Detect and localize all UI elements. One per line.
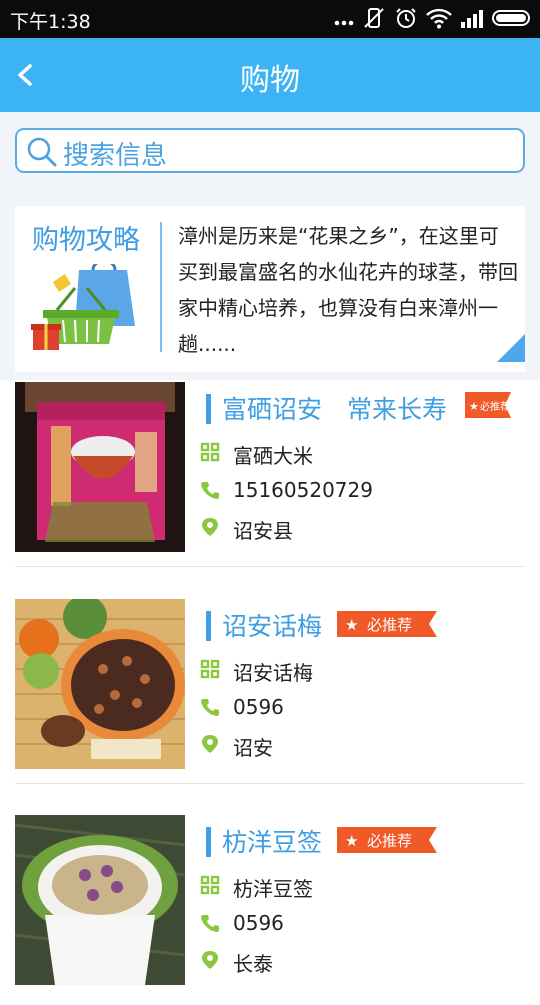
phone-icon	[201, 915, 219, 932]
location-name: 长泰	[233, 952, 273, 976]
recommend-badge: ★ 必推荐	[465, 392, 511, 418]
status-time: 下午1:38	[10, 11, 91, 33]
alarm-icon	[396, 8, 416, 28]
svg-text:★: ★	[469, 400, 479, 413]
guide-divider	[160, 222, 162, 352]
phone-icon	[201, 482, 219, 499]
name-accent-bar	[206, 394, 211, 424]
name-accent-bar	[206, 827, 211, 857]
product-name: 枋洋豆签	[233, 877, 313, 901]
item-divider	[15, 783, 525, 784]
product-name: 诏安话梅	[233, 661, 313, 685]
product-image-plum	[15, 599, 185, 769]
signal-icon	[461, 10, 483, 28]
guide-text: 漳州是历来是“花果之乡”，在这里可买到最富盛名的水仙花卉的球茎，带回家中精心培养…	[178, 224, 518, 356]
location-pin-icon	[202, 735, 218, 753]
wifi-icon	[426, 8, 452, 29]
phone-number: 0596	[233, 695, 284, 719]
item-divider	[15, 566, 525, 567]
item-title: 富硒诏安 常来长寿	[222, 395, 448, 424]
recommend-badge: ★ 必推荐	[337, 827, 437, 853]
item-title: 枋洋豆签	[222, 828, 323, 857]
search-section: 搜索信息	[0, 112, 540, 198]
svg-text:★: ★	[345, 832, 358, 850]
grid-icon	[200, 442, 220, 462]
more-dots-icon	[334, 20, 354, 26]
location-name: 诏安县	[233, 519, 293, 543]
page-title: 购物	[240, 63, 300, 98]
status-bar: 下午1:38	[0, 0, 540, 38]
name-accent-bar	[206, 611, 211, 641]
list-item[interactable]: 枋洋豆签 ★ 必推荐 枋洋豆签 0596 长泰	[15, 815, 525, 1005]
search-input[interactable]: 搜索信息	[15, 128, 525, 173]
guide-section: 购物攻略 漳州是历来是“花果之乡”，在这里可买到最富盛名的水仙花卉的球茎，带回家…	[0, 198, 540, 380]
item-title: 诏安话梅	[222, 612, 323, 641]
phone-number: 0596	[233, 911, 284, 935]
grid-icon	[200, 875, 220, 895]
vibrate-mute-icon	[364, 8, 384, 28]
app-bar: 购物	[0, 38, 540, 112]
list-item[interactable]: 诏安话梅 ★ 必推荐 诏安话梅 0596 诏安	[15, 599, 525, 789]
recommend-badge: ★ 必推荐	[337, 611, 437, 637]
corner-triangle-icon	[497, 334, 525, 362]
product-image-rice	[15, 382, 185, 552]
list-item[interactable]: 富硒诏安 常来长寿 ★ 必推荐 富硒大米 15160520729 诏安县	[15, 382, 525, 572]
badge-text: 必推荐	[367, 832, 412, 850]
phone-icon	[201, 699, 219, 716]
badge-text: 必推荐	[367, 616, 412, 634]
phone-number: 15160520729	[233, 478, 373, 502]
badge-text: 必推荐	[480, 400, 510, 413]
shopping-basket-icon	[31, 264, 135, 350]
guide-card[interactable]: 购物攻略 漳州是历来是“花果之乡”，在这里可买到最富盛名的水仙花卉的球茎，带回家…	[15, 206, 525, 372]
guide-title: 购物攻略	[32, 225, 140, 256]
battery-icon	[492, 10, 530, 26]
status-icons	[334, 6, 532, 30]
location-pin-icon	[202, 951, 218, 969]
search-placeholder: 搜索信息	[63, 141, 168, 171]
product-name: 富硒大米	[233, 444, 313, 468]
search-icon	[27, 137, 57, 167]
svg-text:★: ★	[345, 616, 358, 634]
location-name: 诏安	[233, 736, 273, 760]
grid-icon	[200, 659, 220, 679]
location-pin-icon	[202, 518, 218, 536]
